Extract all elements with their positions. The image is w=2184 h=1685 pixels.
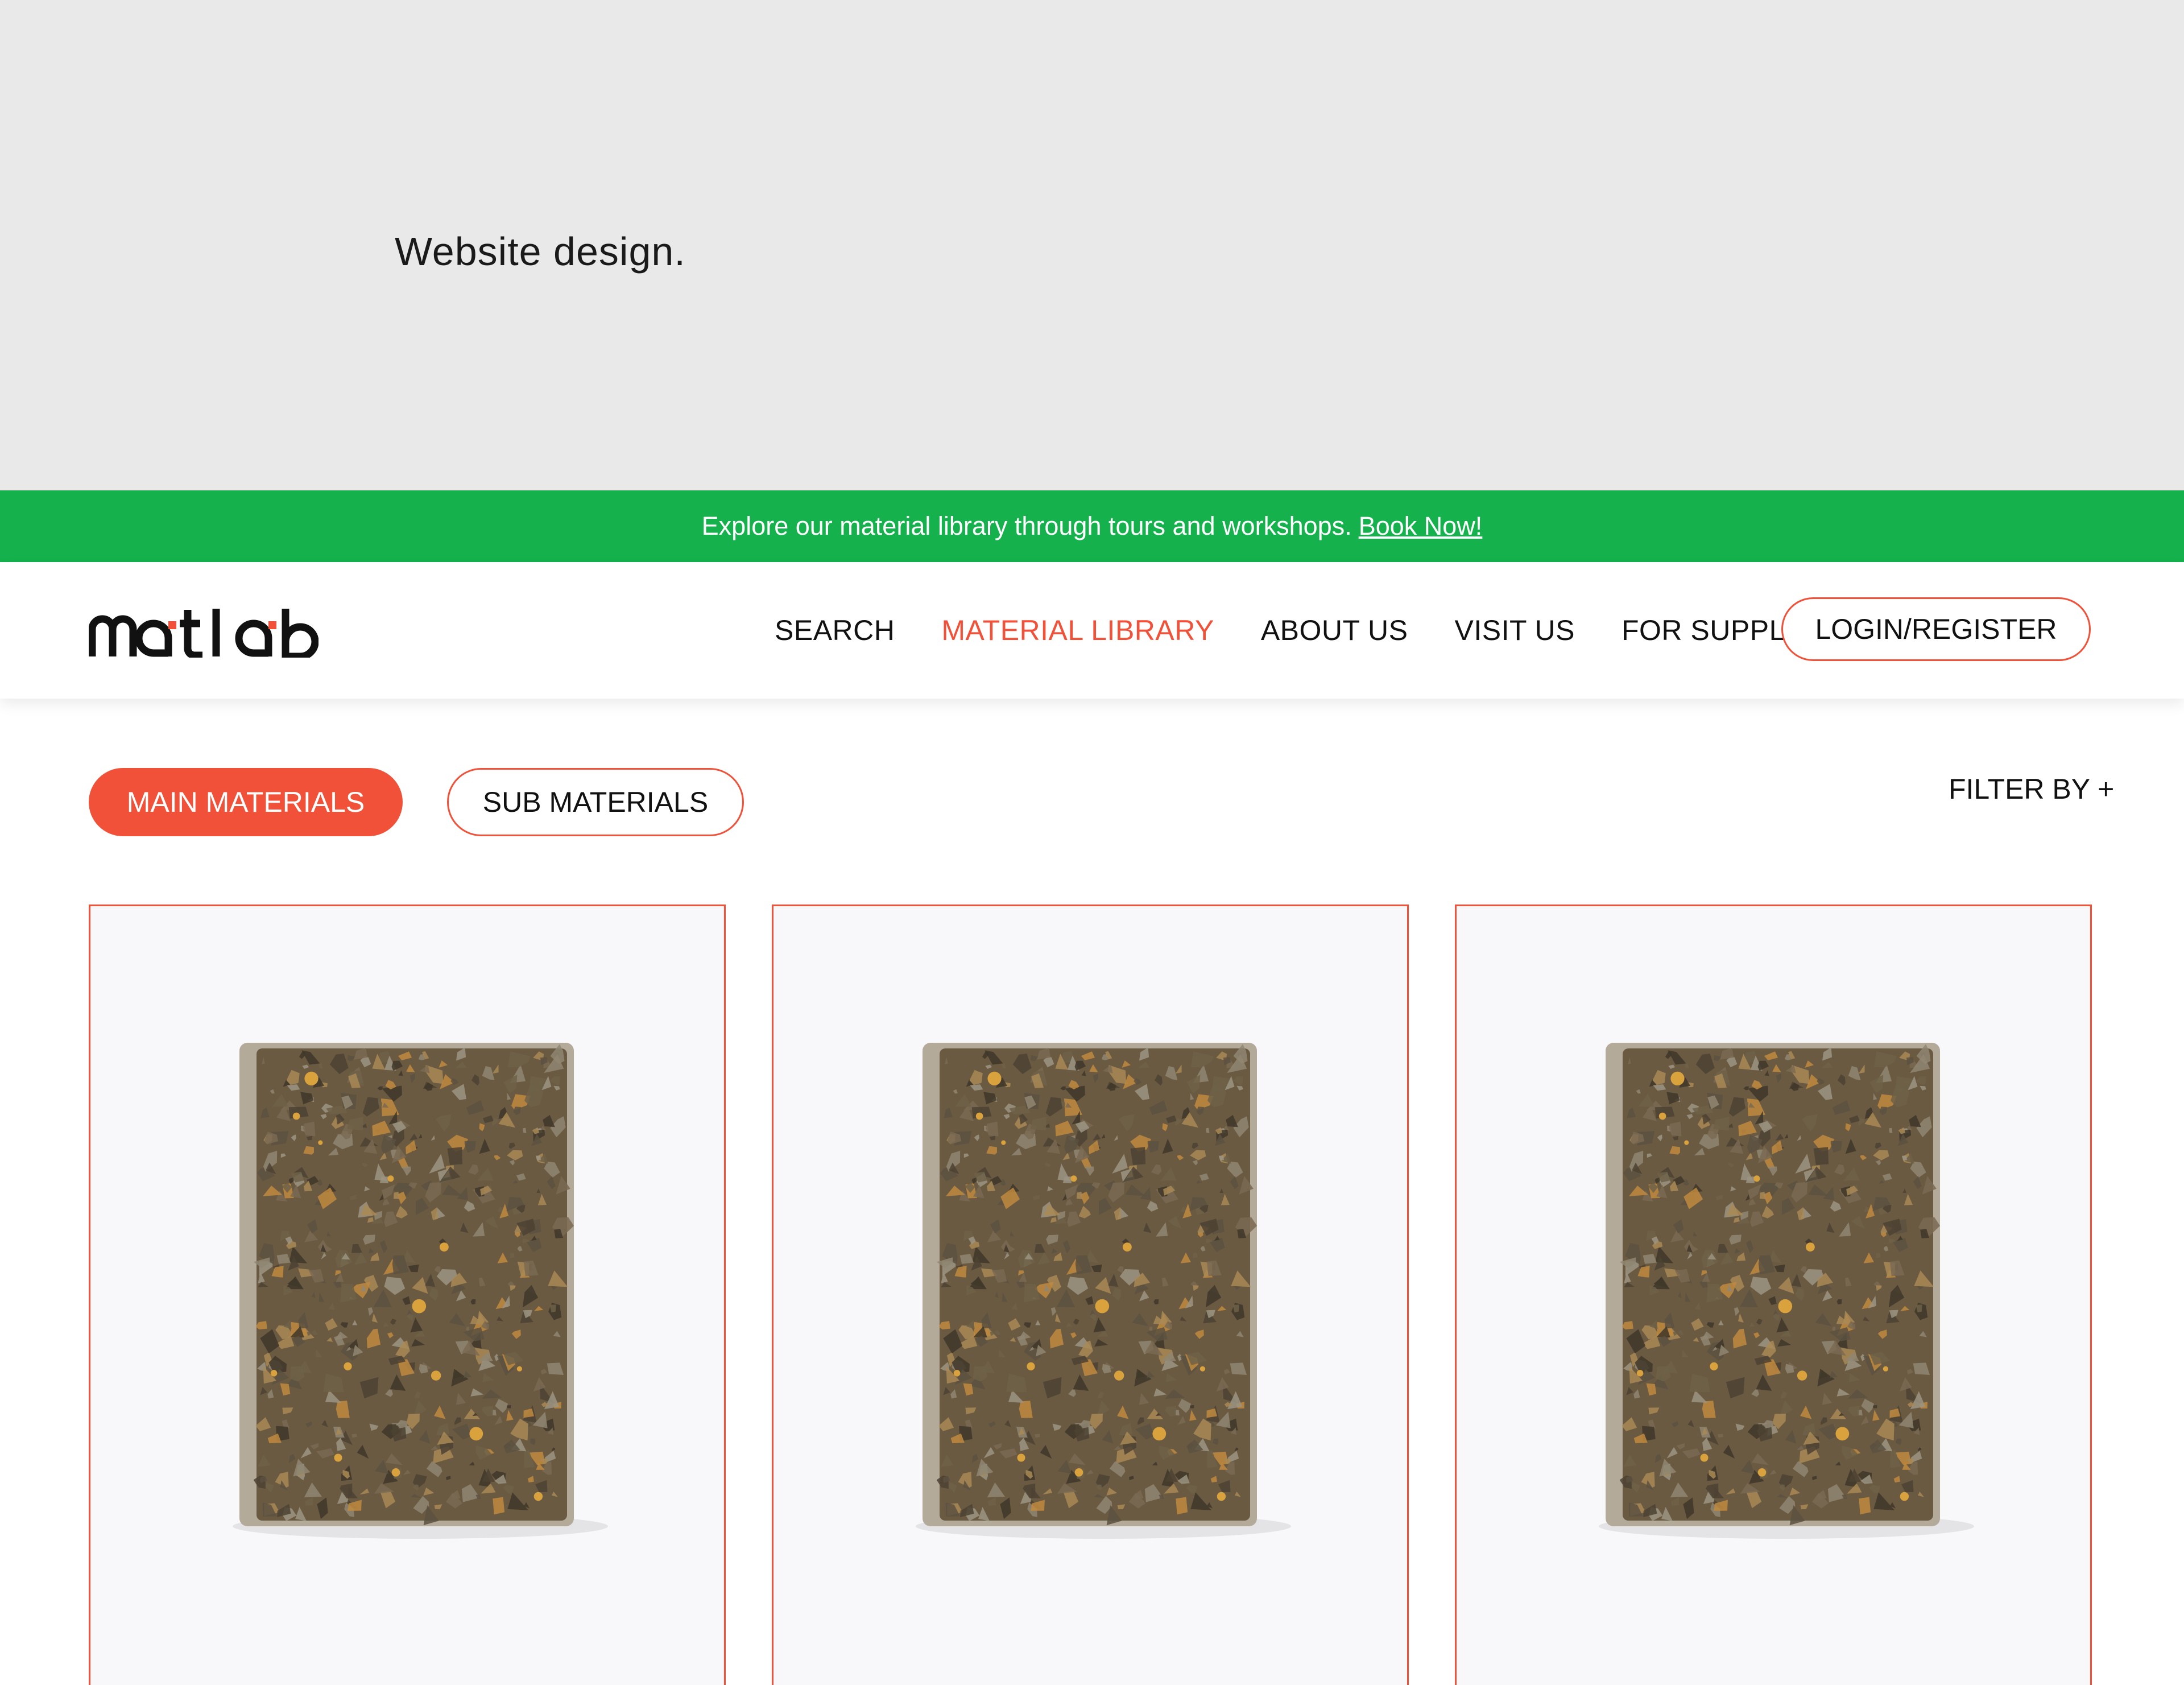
nav-visit-us[interactable]: VISIT US bbox=[1455, 614, 1575, 647]
sample-fleck bbox=[1797, 1370, 1807, 1381]
login-register-button[interactable]: LOGIN/REGISTER bbox=[1781, 597, 2091, 661]
sample-chip bbox=[1130, 1147, 1146, 1165]
material-sample-image bbox=[233, 1043, 608, 1539]
sample-chip bbox=[351, 1434, 357, 1438]
sample-fleck bbox=[270, 1370, 278, 1377]
sample-fleck bbox=[469, 1427, 483, 1441]
sample-fleck bbox=[1753, 1175, 1760, 1182]
sample-fleck bbox=[1806, 1242, 1815, 1252]
sample-chip bbox=[1176, 1497, 1188, 1515]
sample-fleck bbox=[1636, 1370, 1644, 1377]
sample-chip bbox=[493, 1497, 505, 1515]
sample-fleck bbox=[1835, 1427, 1850, 1441]
main-nav: SEARCH MATERIAL LIBRARY ABOUT US VISIT U… bbox=[775, 562, 1900, 699]
nav-about-us[interactable]: ABOUT US bbox=[1261, 614, 1408, 647]
sample-chip bbox=[1859, 1497, 1871, 1515]
material-card[interactable] bbox=[772, 905, 1409, 1685]
sample-fleck bbox=[1900, 1492, 1909, 1501]
sample-fleck bbox=[1123, 1242, 1132, 1252]
material-sample-image bbox=[916, 1043, 1291, 1539]
sub-materials-tab[interactable]: SUB MATERIALS bbox=[447, 768, 744, 836]
book-now-link[interactable]: Book Now! bbox=[1359, 511, 1483, 541]
nav-search[interactable]: SEARCH bbox=[775, 614, 895, 647]
nav-material-library[interactable]: MATERIAL LIBRARY bbox=[941, 614, 1214, 647]
sample-fleck bbox=[391, 1468, 400, 1477]
sample-fleck bbox=[334, 1453, 342, 1462]
sample-chip bbox=[1813, 1147, 1829, 1165]
sample-chip bbox=[1876, 1253, 1881, 1258]
material-card[interactable] bbox=[1455, 905, 2092, 1685]
site-header: matlab SEARCH MATERIAL LIBRARY ABOUT US … bbox=[0, 562, 2184, 699]
sample-fleck bbox=[1152, 1427, 1167, 1441]
sample-fleck bbox=[1095, 1299, 1110, 1314]
sample-fleck bbox=[953, 1370, 961, 1377]
sample-fleck bbox=[1199, 1366, 1205, 1372]
sample-chip bbox=[447, 1147, 463, 1165]
sample-fleck bbox=[304, 1071, 318, 1085]
sample-fleck bbox=[1001, 1140, 1006, 1145]
sample-fleck bbox=[292, 1112, 300, 1120]
sample-chip bbox=[1193, 1253, 1198, 1258]
filter-by-button[interactable]: FILTER BY + bbox=[1949, 773, 2114, 806]
sample-fleck bbox=[1658, 1112, 1666, 1120]
sample-fleck bbox=[1700, 1453, 1709, 1462]
sample-fleck bbox=[1114, 1370, 1124, 1381]
material-sample-image bbox=[1599, 1043, 1974, 1539]
sample-fleck bbox=[344, 1362, 352, 1370]
sample-fleck bbox=[975, 1112, 983, 1120]
sample-fleck bbox=[412, 1299, 427, 1314]
sample-fleck bbox=[1778, 1299, 1793, 1314]
sample-fleck bbox=[1217, 1492, 1226, 1501]
announcement-bar: Explore our material library through tou… bbox=[0, 490, 2184, 562]
sample-fleck bbox=[533, 1492, 543, 1501]
sample-fleck bbox=[1670, 1071, 1685, 1085]
sample-fleck bbox=[1027, 1362, 1035, 1370]
sample-fleck bbox=[1883, 1366, 1888, 1372]
sample-chip bbox=[1035, 1434, 1040, 1438]
sample-fleck bbox=[387, 1175, 394, 1182]
sample-fleck bbox=[1710, 1362, 1718, 1370]
caption-band: Website design. bbox=[0, 0, 2184, 490]
matlab-logo[interactable]: matlab bbox=[89, 606, 318, 658]
sample-fleck bbox=[516, 1366, 523, 1372]
material-card[interactable] bbox=[89, 905, 726, 1685]
sample-chip bbox=[1718, 1434, 1723, 1438]
sample-fleck bbox=[987, 1071, 1002, 1085]
sample-fleck bbox=[1070, 1175, 1077, 1182]
caption-text: Website design. bbox=[395, 229, 686, 274]
sample-fleck bbox=[1074, 1468, 1083, 1477]
announcement-text: Explore our material library through tou… bbox=[701, 511, 1352, 540]
sample-chip bbox=[510, 1253, 515, 1258]
main-materials-tab[interactable]: MAIN MATERIALS bbox=[89, 768, 403, 836]
sample-fleck bbox=[1757, 1468, 1767, 1477]
sample-fleck bbox=[318, 1140, 323, 1145]
sample-fleck bbox=[1017, 1453, 1025, 1462]
sample-fleck bbox=[440, 1242, 449, 1252]
sample-fleck bbox=[431, 1370, 441, 1381]
sample-fleck bbox=[1684, 1140, 1689, 1145]
